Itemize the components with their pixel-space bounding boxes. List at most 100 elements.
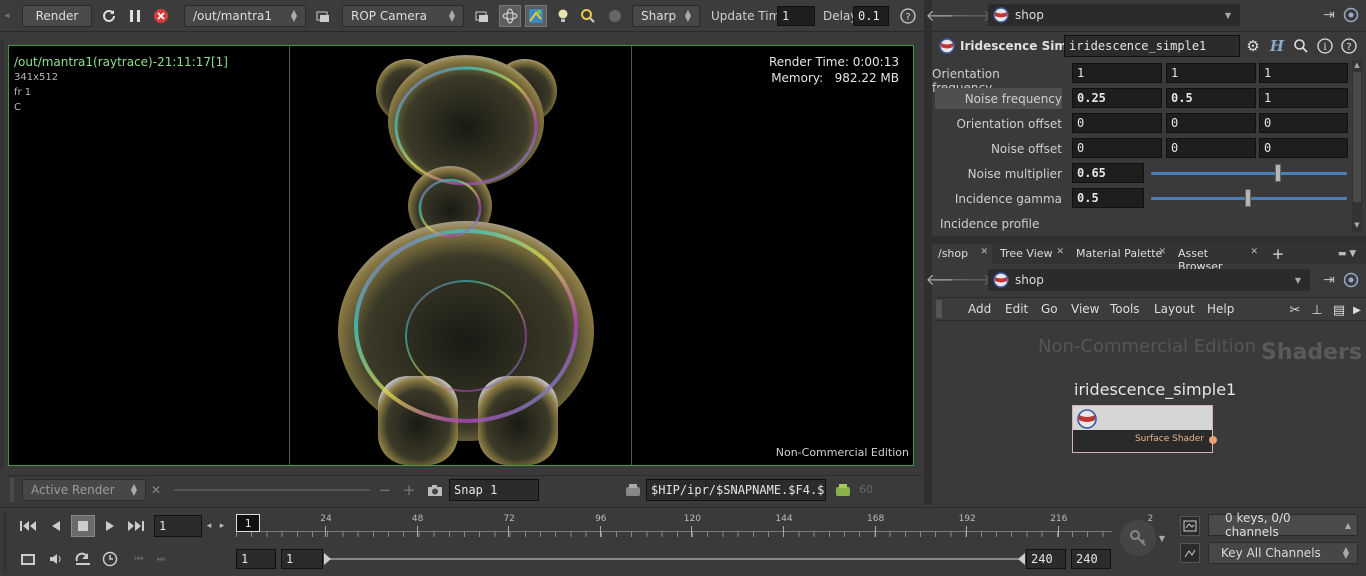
next-key-icon[interactable]: ⏭ [153,551,169,567]
info-icon[interactable]: i [1316,37,1334,55]
forward-arrow-icon[interactable]: 🡒 [950,270,993,289]
menu-go[interactable]: Go [1041,302,1058,316]
stop-icon[interactable] [71,515,95,537]
render-mode-select[interactable]: Active Render ▲ ▼ [22,479,146,501]
tab-material-palette[interactable]: Material Palette ✕ [1070,244,1170,264]
sphere-icon[interactable] [606,7,624,25]
stop-render-icon[interactable] [151,6,171,26]
orientation-frequency-x[interactable]: 1 [1072,63,1162,83]
noise-offset-y[interactable]: 0 [1166,138,1256,158]
close-icon[interactable]: ✕ [1056,247,1064,257]
key-mode-select[interactable]: Key All Channels ▲ ▼ [1208,542,1358,564]
range-end-field[interactable]: 240 [1026,549,1066,569]
node-name-field[interactable]: iridescence_simple1 [1064,35,1240,57]
realtime-clock-icon[interactable] [98,549,122,569]
noise-multiplier-handle[interactable] [1275,164,1281,182]
camera-select[interactable]: ROP Camera ▲ ▼ [342,5,464,27]
plus-icon[interactable]: + [402,481,416,499]
save-icon[interactable] [834,482,852,498]
snapshot-slider-track[interactable] [174,489,370,491]
shader-node[interactable]: Surface Shader [1072,405,1217,453]
orientation-frequency-y[interactable]: 1 [1166,63,1256,83]
orientation-offset-z[interactable]: 0 [1259,113,1348,133]
output-icon[interactable] [314,7,332,25]
prev-key-icon[interactable]: ⏮ [131,551,147,567]
noise-frequency-z[interactable]: 1 [1259,88,1348,108]
close-icon[interactable]: ✕ [1250,247,1258,257]
close-icon[interactable]: ✕ [149,482,163,498]
incidence-gamma-handle[interactable] [1245,189,1251,207]
jump-end-icon[interactable] [124,516,148,536]
houdini-help-icon[interactable]: H [1268,36,1286,56]
quality-select[interactable]: Sharp ▲ ▼ [632,5,700,27]
noise-frequency-y[interactable]: 0.5 [1166,88,1256,108]
range-start2-field[interactable]: 1 [281,549,323,569]
noise-frequency-x[interactable]: 0.25 [1072,88,1162,108]
add-tab-icon[interactable]: + [1270,244,1286,264]
menu-view[interactable]: View [1071,302,1099,316]
atom-icon[interactable] [499,5,521,27]
update-time-field[interactable]: 1 [777,6,815,26]
light-bulb-icon[interactable] [554,7,572,25]
play-icon[interactable] [98,516,122,536]
scroll-up-icon[interactable]: ▲ [1352,60,1362,70]
more-arrow-icon[interactable]: ▶ [1350,301,1364,319]
chevron-down-icon[interactable]: ▼ [1156,532,1168,544]
scroll-down-icon[interactable]: ▼ [1352,220,1362,230]
current-frame-field[interactable]: 1 [154,515,202,537]
output-connector[interactable] [1209,436,1217,444]
key-tool-icon[interactable] [1120,520,1156,556]
link-icon[interactable] [1342,6,1360,24]
rop-path-select[interactable]: /out/mantra1 ▲ ▼ [184,5,306,27]
render-region-icon[interactable] [525,5,547,27]
incidence-gamma-field[interactable]: 0.5 [1072,188,1144,208]
noise-multiplier-slider[interactable] [1151,164,1347,182]
orientation-frequency-z[interactable]: 1 [1259,63,1348,83]
close-icon[interactable]: ✕ [980,247,988,257]
close-icon[interactable]: ✕ [1158,247,1166,257]
step-forward-icon[interactable]: ▸ [217,518,227,534]
key-mode-icon[interactable] [1180,543,1200,563]
forward-arrow-icon[interactable]: 🡒 [950,6,993,25]
range-start-field[interactable]: 1 [236,549,276,569]
render-button[interactable]: Render [22,5,92,27]
pane-menu-icon[interactable]: ▬ ▼ [1332,246,1362,262]
toolbar-grip[interactable]: ◂ [2,6,12,26]
network-path-select-2[interactable]: shop ▼ [988,269,1310,291]
search-icon[interactable] [1292,37,1310,55]
snapshot-name-field[interactable]: Snap 1 [449,479,539,501]
scroll-thumb[interactable] [1353,72,1361,202]
jump-start-icon[interactable] [16,516,40,536]
menu-add[interactable]: Add [968,302,991,316]
tree-layout-icon[interactable]: ⊥ [1308,301,1326,319]
minus-icon[interactable]: − [378,481,392,499]
camera-icon[interactable] [426,482,444,498]
loop-icon[interactable] [71,549,95,569]
disk-icon[interactable] [624,482,642,498]
menu-tools[interactable]: Tools [1110,302,1140,316]
magnifier-icon[interactable] [579,7,597,25]
orientation-offset-y[interactable]: 0 [1166,113,1256,133]
range-slider-track[interactable] [328,558,1020,560]
noise-offset-x[interactable]: 0 [1072,138,1162,158]
pane-divider[interactable] [924,0,932,505]
orientation-offset-x[interactable]: 0 [1072,113,1162,133]
play-reverse-icon[interactable] [44,516,68,536]
menu-layout[interactable]: Layout [1154,302,1195,316]
param-scrollbar[interactable]: ▲ ▼ [1352,60,1362,232]
tab-tree-view[interactable]: Tree View ✕ [994,244,1068,264]
refresh-icon[interactable] [99,6,119,26]
channel-list-icon[interactable] [1180,516,1200,536]
list-icon[interactable]: ▤ [1330,301,1348,319]
pin-icon[interactable]: ⇥ [1320,271,1338,289]
noise-multiplier-field[interactable]: 0.65 [1072,163,1144,183]
tools-icon[interactable]: ✂ [1286,301,1304,319]
help-icon[interactable]: ? [1340,37,1358,55]
render-viewport[interactable]: /out/mantra1(raytrace)-21:11:17[1] 341x5… [8,45,914,466]
network-path-select[interactable]: shop ▼ [988,4,1240,26]
keyframe-icon[interactable] [16,549,40,569]
tab-shop[interactable]: /shop ✕ [932,244,992,264]
range-slider-left-handle[interactable] [324,553,331,565]
delay-field[interactable]: 0.1 [853,6,889,26]
gear-icon[interactable]: ⚙ [1244,37,1262,55]
